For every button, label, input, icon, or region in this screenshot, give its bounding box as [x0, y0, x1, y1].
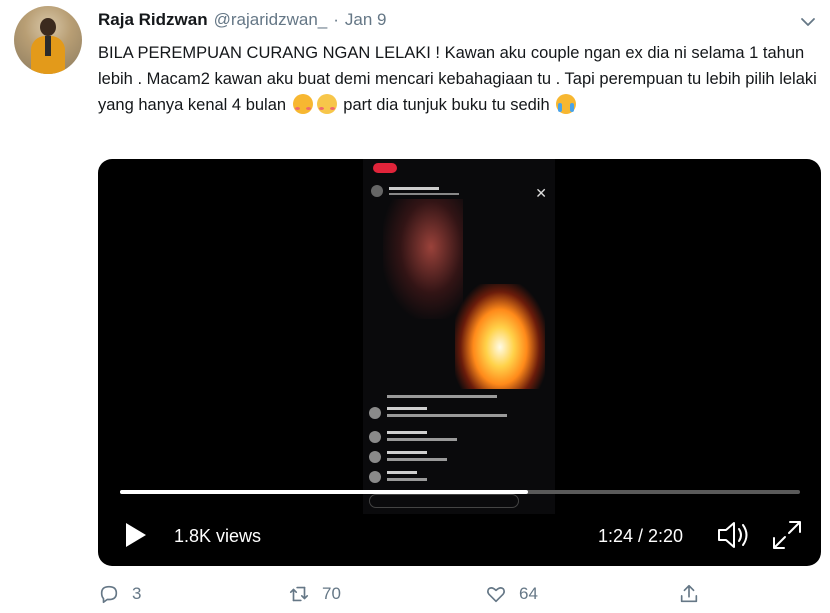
tweet-text-part2: part dia tunjuk buku tu sedih	[343, 96, 550, 114]
live-comment	[369, 449, 549, 467]
avatar-collar	[45, 36, 51, 56]
tweet-text: BILA PEREMPUAN CURANG NGAN LELAKI ! Kawa…	[98, 40, 818, 118]
share-button[interactable]	[678, 583, 700, 605]
live-comment	[369, 429, 549, 447]
reply-count: 3	[132, 584, 142, 603]
volume-icon[interactable]	[716, 518, 752, 552]
tweet[interactable]: Raja Ridzwan @rajaridzwan_ · Jan 9 BILA …	[0, 0, 830, 613]
smiling-face-with-hearts-icon	[292, 94, 313, 114]
video-controls: 1.8K views 1:24 / 2:20	[98, 514, 821, 558]
live-comment	[369, 405, 549, 423]
video-person	[383, 199, 463, 319]
loudly-crying-face-icon	[556, 94, 577, 114]
heart-icon	[487, 587, 505, 603]
view-count: 1.8K views	[174, 526, 262, 546]
like-count: 64	[519, 584, 538, 603]
video-progress-bar[interactable]	[120, 490, 800, 494]
live-header	[371, 185, 547, 197]
avatar-head	[40, 18, 56, 36]
separator: ·	[333, 10, 339, 29]
close-icon: ✕	[535, 185, 547, 201]
retweet-count: 70	[322, 584, 341, 603]
video-progress-fill	[120, 490, 528, 494]
tweet-date[interactable]: Jan 9	[345, 10, 387, 30]
play-icon[interactable]	[120, 520, 150, 550]
tweet-actions: 3 70 64	[98, 583, 818, 611]
retweet-button[interactable]: 70	[288, 583, 341, 605]
avatar[interactable]	[14, 6, 82, 74]
tweet-header: Raja Ridzwan @rajaridzwan_ · Jan 9	[98, 10, 387, 30]
fullscreen-icon[interactable]	[770, 518, 804, 552]
relieved-face-icon	[316, 94, 337, 114]
video-frame: ✕	[363, 159, 555, 514]
author-name[interactable]: Raja Ridzwan	[98, 10, 208, 30]
send-message-field	[369, 494, 519, 508]
retweet-icon	[289, 586, 309, 602]
author-handle[interactable]: @rajaridzwan_	[214, 10, 328, 30]
live-comment	[369, 469, 549, 487]
like-button[interactable]: 64	[485, 583, 538, 605]
reply-button[interactable]: 3	[98, 583, 141, 605]
video-player[interactable]: ✕ 1.8K views 1:24 / 2:20	[98, 159, 821, 566]
video-time: 1:24 / 2:20	[598, 526, 684, 546]
video-fire	[455, 284, 545, 389]
chevron-down-icon[interactable]	[798, 12, 818, 32]
phone-status-indicator	[373, 163, 397, 173]
reply-icon	[100, 585, 118, 604]
share-icon	[680, 584, 698, 603]
